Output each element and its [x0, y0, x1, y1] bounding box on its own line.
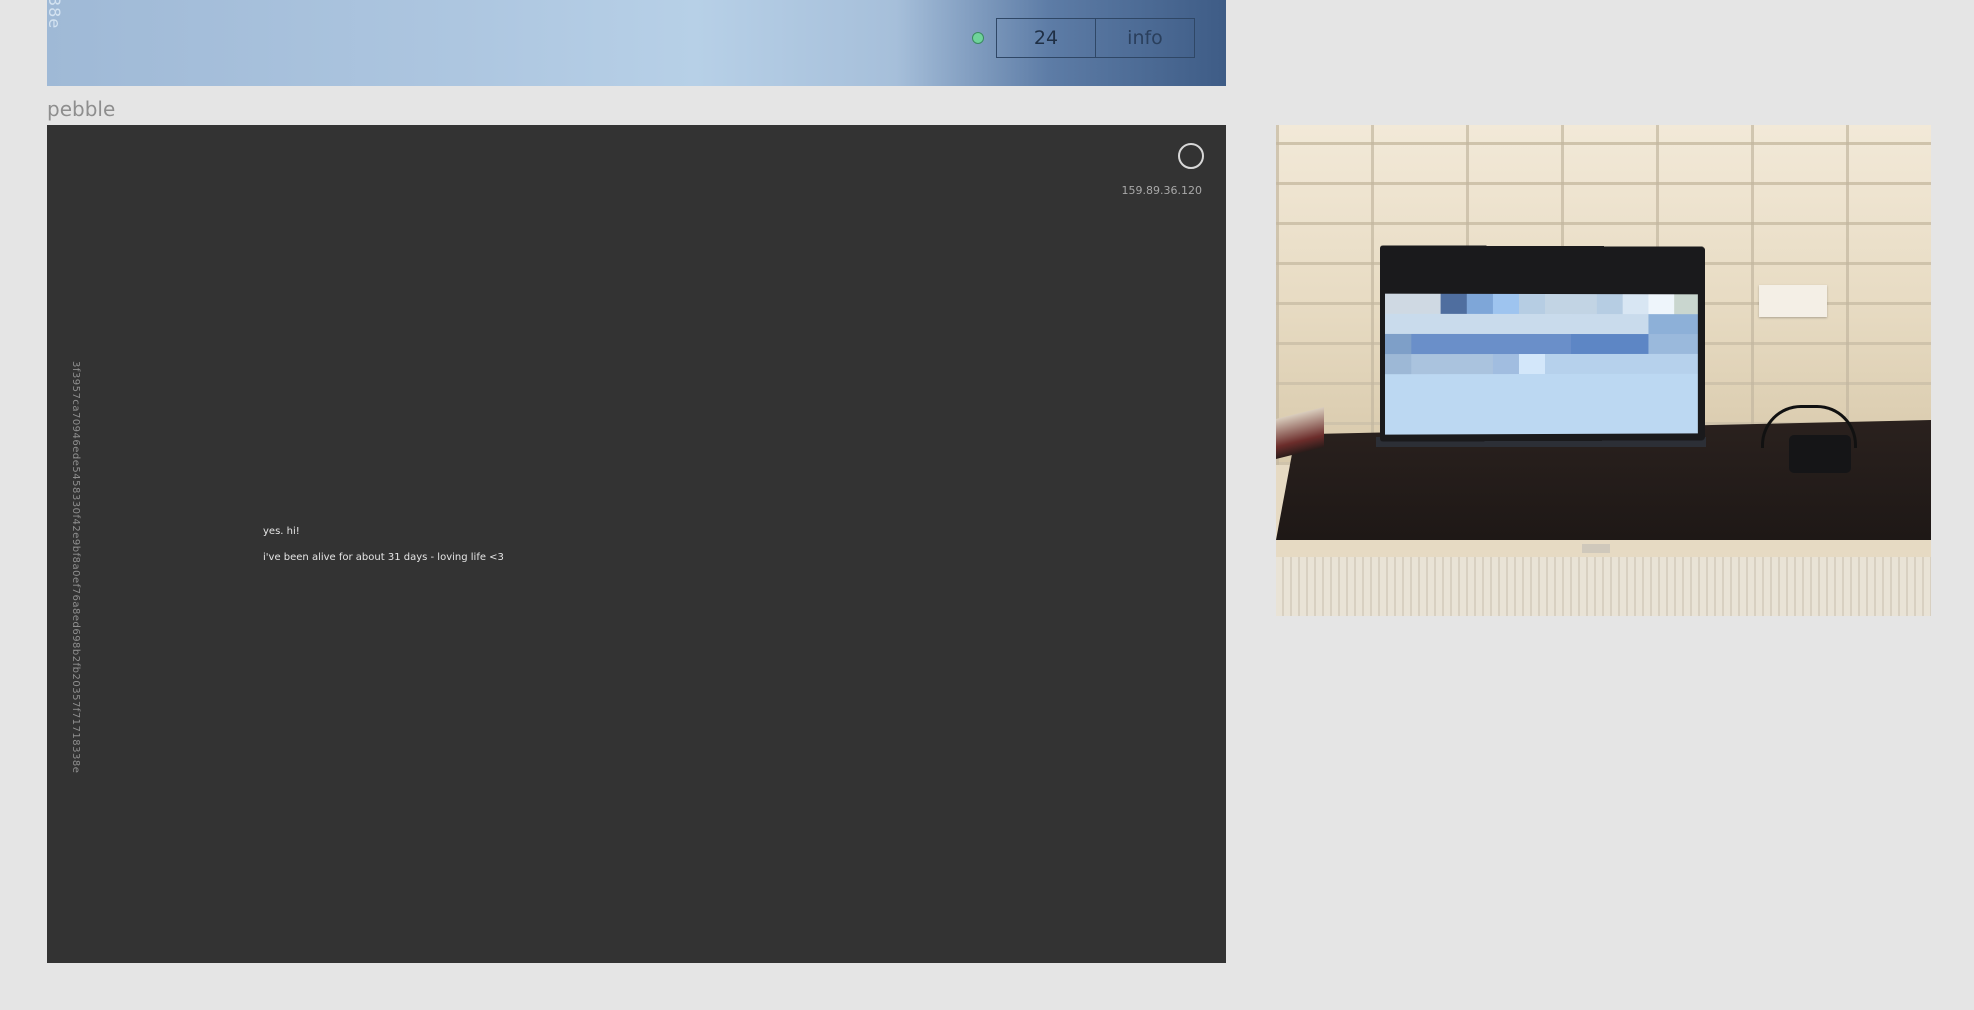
circle-button[interactable] — [1178, 143, 1204, 169]
device-photo — [1276, 125, 1931, 616]
charger — [1789, 435, 1851, 473]
message-line: i've been alive for about 31 days - lovi… — [263, 552, 504, 563]
ip-address: 159.89.36.120 — [1121, 184, 1202, 197]
monitor — [1379, 245, 1705, 442]
section-title: pebble — [47, 97, 116, 121]
wall-note — [1759, 285, 1827, 317]
banner-id-fragment: 38e — [47, 0, 64, 30]
terminal-panel: 159.89.36.120 3f3957ca70946ede5458330f42… — [47, 125, 1226, 963]
message-line: yes. hi! — [263, 526, 300, 537]
counter-group: 24 info — [996, 18, 1195, 58]
visitor-count: 24 — [997, 19, 1096, 57]
paper-shelf — [1276, 557, 1931, 616]
info-button[interactable]: info — [1096, 19, 1194, 57]
desk-plate — [1582, 544, 1610, 553]
status-indicator-dot — [972, 32, 984, 44]
pixelated-screen — [1385, 293, 1698, 435]
hash-string: 3f3957ca70946ede5458330f42e9bf8a0ef76a8e… — [70, 361, 81, 774]
header-banner: 38e 24 info — [47, 0, 1226, 86]
